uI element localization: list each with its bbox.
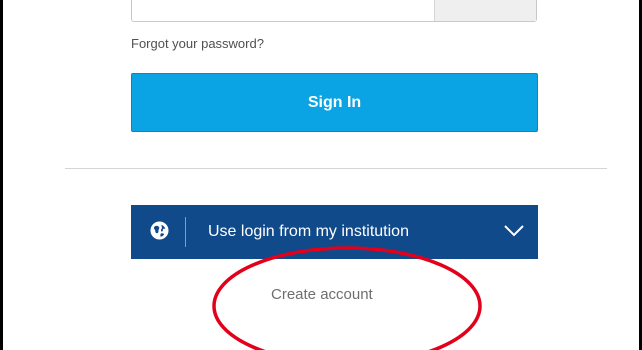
sign-in-button[interactable]: Sign In — [131, 73, 538, 132]
forgot-password-link[interactable]: Forgot your password? — [131, 36, 264, 51]
institution-login-button[interactable]: Use login from my institution — [131, 205, 538, 259]
login-panel: Forgot your password? Sign In Use login … — [0, 0, 642, 350]
password-show-toggle[interactable] — [434, 0, 536, 21]
password-field[interactable] — [131, 0, 537, 22]
globe-icon — [150, 221, 169, 240]
chevron-down-icon[interactable] — [503, 224, 525, 238]
institution-separator — [185, 217, 186, 247]
institution-label: Use login from my institution — [208, 223, 409, 240]
sign-in-label: Sign In — [307, 93, 362, 111]
section-divider — [65, 168, 607, 169]
create-account-link[interactable]: Create account — [271, 286, 373, 303]
